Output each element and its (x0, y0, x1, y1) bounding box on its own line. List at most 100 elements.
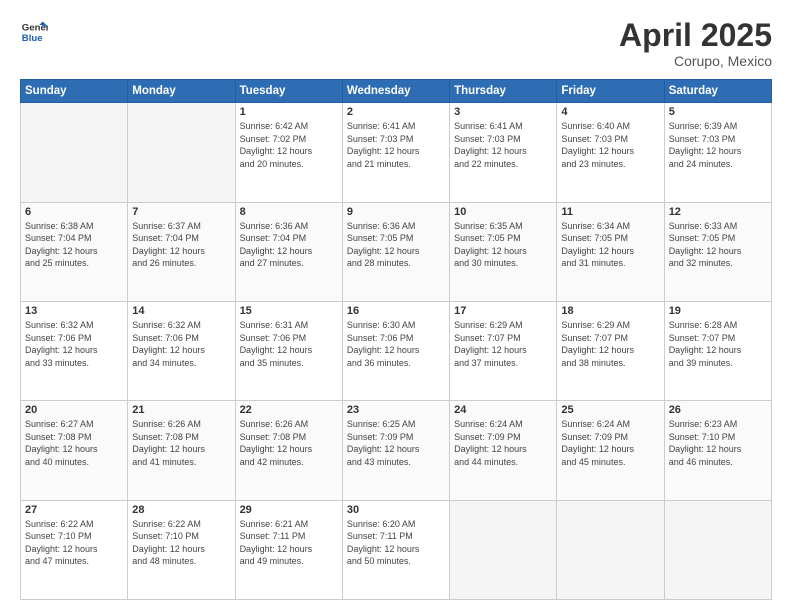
calendar-header-day: Wednesday (342, 80, 449, 103)
day-info: Sunrise: 6:26 AM Sunset: 7:08 PM Dayligh… (240, 418, 338, 468)
calendar-week-row: 6 Sunrise: 6:38 AM Sunset: 7:04 PM Daylig… (21, 202, 772, 301)
calendar-day-cell: 28 Sunrise: 6:22 AM Sunset: 7:10 PM Dayli… (128, 500, 235, 599)
day-number: 2 (347, 106, 445, 118)
calendar-header-row: SundayMondayTuesdayWednesdayThursdayFrid… (21, 80, 772, 103)
calendar-header-day: Sunday (21, 80, 128, 103)
day-info: Sunrise: 6:30 AM Sunset: 7:06 PM Dayligh… (347, 319, 445, 369)
logo: General Blue (20, 18, 48, 46)
calendar-day-cell: 16 Sunrise: 6:30 AM Sunset: 7:06 PM Dayli… (342, 301, 449, 400)
calendar-day-cell: 10 Sunrise: 6:35 AM Sunset: 7:05 PM Dayli… (450, 202, 557, 301)
day-info: Sunrise: 6:21 AM Sunset: 7:11 PM Dayligh… (240, 518, 338, 568)
calendar-day-cell: 26 Sunrise: 6:23 AM Sunset: 7:10 PM Dayli… (664, 401, 771, 500)
day-number: 7 (132, 206, 230, 218)
day-info: Sunrise: 6:29 AM Sunset: 7:07 PM Dayligh… (454, 319, 552, 369)
calendar-day-cell: 3 Sunrise: 6:41 AM Sunset: 7:03 PM Daylig… (450, 103, 557, 202)
day-number: 18 (561, 305, 659, 317)
day-number: 25 (561, 404, 659, 416)
calendar-day-cell: 20Sunrise: 6:27 AM Sunset: 7:08 PM Dayli… (21, 401, 128, 500)
calendar-body: 1 Sunrise: 6:42 AM Sunset: 7:02 PM Daylig… (21, 103, 772, 600)
day-number: 4 (561, 106, 659, 118)
day-number: 21 (132, 404, 230, 416)
day-number: 28 (132, 504, 230, 516)
day-number: 29 (240, 504, 338, 516)
calendar-header-day: Thursday (450, 80, 557, 103)
calendar-day-cell: 6 Sunrise: 6:38 AM Sunset: 7:04 PM Daylig… (21, 202, 128, 301)
day-info: Sunrise: 6:22 AM Sunset: 7:10 PM Dayligh… (132, 518, 230, 568)
calendar-day-cell: 25Sunrise: 6:24 AM Sunset: 7:09 PM Dayli… (557, 401, 664, 500)
calendar-day-cell: 7 Sunrise: 6:37 AM Sunset: 7:04 PM Daylig… (128, 202, 235, 301)
calendar-day-cell: 21 Sunrise: 6:26 AM Sunset: 7:08 PM Dayli… (128, 401, 235, 500)
day-info: Sunrise: 6:32 AM Sunset: 7:06 PM Dayligh… (25, 319, 123, 369)
calendar-table: SundayMondayTuesdayWednesdayThursdayFrid… (20, 79, 772, 600)
day-number: 6 (25, 206, 123, 218)
day-info: Sunrise: 6:29 AM Sunset: 7:07 PM Dayligh… (561, 319, 659, 369)
day-number: 12 (669, 206, 767, 218)
day-number: 26 (669, 404, 767, 416)
calendar-day-cell (557, 500, 664, 599)
calendar-day-cell: 23 Sunrise: 6:25 AM Sunset: 7:09 PM Dayli… (342, 401, 449, 500)
day-number: 3 (454, 106, 552, 118)
day-info: Sunrise: 6:35 AM Sunset: 7:05 PM Dayligh… (454, 220, 552, 270)
day-number: 1 (240, 106, 338, 118)
calendar-day-cell: 11 Sunrise: 6:34 AM Sunset: 7:05 PM Dayli… (557, 202, 664, 301)
calendar-day-cell: 5Sunrise: 6:39 AM Sunset: 7:03 PM Daylig… (664, 103, 771, 202)
calendar-day-cell: 22 Sunrise: 6:26 AM Sunset: 7:08 PM Dayli… (235, 401, 342, 500)
day-info: Sunrise: 6:38 AM Sunset: 7:04 PM Dayligh… (25, 220, 123, 270)
calendar-header-day: Monday (128, 80, 235, 103)
day-info: Sunrise: 6:42 AM Sunset: 7:02 PM Dayligh… (240, 120, 338, 170)
day-info: Sunrise: 6:22 AM Sunset: 7:10 PM Dayligh… (25, 518, 123, 568)
day-number: 9 (347, 206, 445, 218)
day-info: Sunrise: 6:34 AM Sunset: 7:05 PM Dayligh… (561, 220, 659, 270)
day-info: Sunrise: 6:25 AM Sunset: 7:09 PM Dayligh… (347, 418, 445, 468)
header: General Blue April 2025 Corupo, Mexico (20, 18, 772, 69)
day-info: Sunrise: 6:31 AM Sunset: 7:06 PM Dayligh… (240, 319, 338, 369)
day-number: 13 (25, 305, 123, 317)
day-number: 30 (347, 504, 445, 516)
calendar-day-cell: 18 Sunrise: 6:29 AM Sunset: 7:07 PM Dayli… (557, 301, 664, 400)
day-info: Sunrise: 6:24 AM Sunset: 7:09 PM Dayligh… (454, 418, 552, 468)
day-info: Sunrise: 6:37 AM Sunset: 7:04 PM Dayligh… (132, 220, 230, 270)
calendar-day-cell: 14Sunrise: 6:32 AM Sunset: 7:06 PM Dayli… (128, 301, 235, 400)
svg-text:Blue: Blue (22, 33, 43, 44)
day-number: 27 (25, 504, 123, 516)
calendar-day-cell: 15 Sunrise: 6:31 AM Sunset: 7:06 PM Dayli… (235, 301, 342, 400)
calendar-day-cell: 27 Sunrise: 6:22 AM Sunset: 7:10 PM Dayli… (21, 500, 128, 599)
calendar-day-cell (21, 103, 128, 202)
calendar-week-row: 20Sunrise: 6:27 AM Sunset: 7:08 PM Dayli… (21, 401, 772, 500)
day-number: 10 (454, 206, 552, 218)
calendar-header-day: Friday (557, 80, 664, 103)
day-info: Sunrise: 6:36 AM Sunset: 7:05 PM Dayligh… (347, 220, 445, 270)
calendar-day-cell: 29 Sunrise: 6:21 AM Sunset: 7:11 PM Dayli… (235, 500, 342, 599)
page: General Blue April 2025 Corupo, Mexico S… (0, 0, 792, 612)
title-block: April 2025 Corupo, Mexico (619, 18, 772, 69)
day-info: Sunrise: 6:41 AM Sunset: 7:03 PM Dayligh… (454, 120, 552, 170)
main-title: April 2025 (619, 18, 772, 53)
day-info: Sunrise: 6:39 AM Sunset: 7:03 PM Dayligh… (669, 120, 767, 170)
calendar-day-cell: 1 Sunrise: 6:42 AM Sunset: 7:02 PM Daylig… (235, 103, 342, 202)
calendar-week-row: 27 Sunrise: 6:22 AM Sunset: 7:10 PM Dayli… (21, 500, 772, 599)
day-number: 8 (240, 206, 338, 218)
day-info: Sunrise: 6:27 AM Sunset: 7:08 PM Dayligh… (25, 418, 123, 468)
calendar-day-cell: 8 Sunrise: 6:36 AM Sunset: 7:04 PM Daylig… (235, 202, 342, 301)
calendar-day-cell: 2 Sunrise: 6:41 AM Sunset: 7:03 PM Daylig… (342, 103, 449, 202)
day-info: Sunrise: 6:36 AM Sunset: 7:04 PM Dayligh… (240, 220, 338, 270)
calendar-header-day: Saturday (664, 80, 771, 103)
calendar-day-cell: 9 Sunrise: 6:36 AM Sunset: 7:05 PM Daylig… (342, 202, 449, 301)
day-number: 17 (454, 305, 552, 317)
day-info: Sunrise: 6:41 AM Sunset: 7:03 PM Dayligh… (347, 120, 445, 170)
calendar-day-cell: 12Sunrise: 6:33 AM Sunset: 7:05 PM Dayli… (664, 202, 771, 301)
calendar-day-cell: 13 Sunrise: 6:32 AM Sunset: 7:06 PM Dayli… (21, 301, 128, 400)
calendar-day-cell: 17 Sunrise: 6:29 AM Sunset: 7:07 PM Dayli… (450, 301, 557, 400)
day-info: Sunrise: 6:23 AM Sunset: 7:10 PM Dayligh… (669, 418, 767, 468)
day-info: Sunrise: 6:26 AM Sunset: 7:08 PM Dayligh… (132, 418, 230, 468)
calendar-day-cell: 4 Sunrise: 6:40 AM Sunset: 7:03 PM Daylig… (557, 103, 664, 202)
day-info: Sunrise: 6:28 AM Sunset: 7:07 PM Dayligh… (669, 319, 767, 369)
calendar-day-cell (128, 103, 235, 202)
day-number: 11 (561, 206, 659, 218)
day-number: 16 (347, 305, 445, 317)
day-number: 23 (347, 404, 445, 416)
day-number: 15 (240, 305, 338, 317)
calendar-day-cell: 30Sunrise: 6:20 AM Sunset: 7:11 PM Dayli… (342, 500, 449, 599)
day-number: 22 (240, 404, 338, 416)
day-info: Sunrise: 6:40 AM Sunset: 7:03 PM Dayligh… (561, 120, 659, 170)
